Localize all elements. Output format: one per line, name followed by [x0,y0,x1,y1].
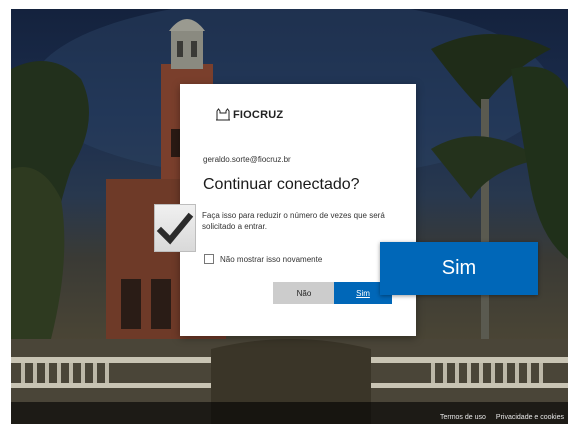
dialog-title: Continuar conectado? [203,176,360,193]
account-email: geraldo.sorte@fiocruz.br [203,155,291,164]
fiocruz-castle-icon [216,108,230,121]
logo-text: FIOCRUZ [233,109,284,121]
footer-links: Termos de uso Privacidade e cookies [440,414,564,421]
checkmark-icon [156,212,194,245]
zoomed-yes-button-callout: Sim [380,242,538,295]
checkbox-box[interactable] [204,254,214,264]
dont-show-again-checkbox[interactable]: Não mostrar isso novamente [204,254,322,264]
fiocruz-logo: FIOCRUZ [216,108,283,121]
checkbox-label: Não mostrar isso novamente [220,254,323,264]
checkmark-overlay [154,204,196,252]
dialog-description: Faça isso para reduzir o número de vezes… [202,211,385,231]
stay-signed-in-dialog: FIOCRUZ geraldo.sorte@fiocruz.br Continu… [180,84,416,336]
terms-link[interactable]: Termos de uso [440,414,486,421]
no-button[interactable]: Não [273,282,335,304]
privacy-link[interactable]: Privacidade e cookies [496,414,564,421]
